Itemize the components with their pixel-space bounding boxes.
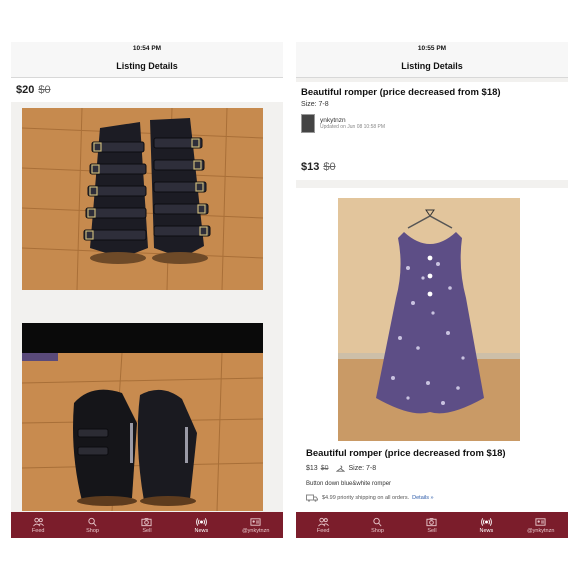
tab-profile[interactable]: @ynkytnzn — [516, 517, 566, 534]
detail-title: Beautiful romper (price decreased from $… — [306, 448, 506, 459]
detail-price-size-row: $13 $0 Size: 7-8 — [306, 465, 560, 472]
profile-card-icon — [250, 517, 261, 526]
seller-username: ynkytnzn — [320, 117, 346, 124]
tab-shop[interactable]: Shop — [353, 517, 403, 534]
page-title: Listing Details — [11, 55, 283, 78]
profile-card-icon — [535, 517, 546, 526]
tab-label: Feed — [31, 527, 45, 534]
shipping-row: $4.99 priority shipping on all orders. D… — [306, 494, 560, 502]
tab-sell[interactable]: Sell — [407, 517, 457, 534]
tab-bar: Feed Shop Sell News @ynkytnzn — [11, 512, 283, 538]
avatar — [301, 114, 315, 133]
detail-size: Size: 7-8 — [348, 465, 377, 472]
right-phone-screen: 10:55 PM Listing Details Beautiful rompe… — [296, 42, 568, 538]
tab-label: Sell — [427, 527, 437, 534]
listing-title: Beautiful romper (price decreased from $… — [301, 87, 501, 98]
detail-original-price: $0 — [320, 465, 329, 472]
tab-label: @ynkytnzn — [242, 527, 270, 534]
hanger-icon — [336, 465, 346, 472]
camera-icon — [141, 517, 153, 526]
listing-size: Size: 7-8 — [301, 101, 329, 108]
search-icon — [373, 517, 382, 526]
tab-bar: Feed Shop Sell News @ynkytnzn — [296, 512, 568, 538]
tab-label: @ynkytnzn — [527, 527, 555, 534]
listing-photo-sandals-back[interactable] — [22, 323, 263, 511]
people-icon — [32, 517, 44, 526]
tab-label: News — [194, 527, 209, 534]
description: Button down blue&white romper — [306, 481, 392, 487]
price: $20 — [16, 84, 35, 96]
listing-header: Beautiful romper (price decreased from $… — [296, 82, 568, 160]
search-icon — [88, 517, 97, 526]
tab-label: Shop — [86, 527, 99, 534]
broadcast-icon — [480, 517, 492, 526]
updated-timestamp: Updated on Jun 08 10:58 PM — [320, 124, 386, 130]
tab-label: Shop — [371, 527, 384, 534]
status-bar-time: 10:54 PM — [11, 42, 283, 55]
shipping-details-link[interactable]: Details » — [412, 495, 433, 501]
people-icon — [317, 517, 329, 526]
tab-shop[interactable]: Shop — [68, 517, 118, 534]
tab-label: Feed — [316, 527, 330, 534]
tab-sell[interactable]: Sell — [122, 517, 172, 534]
left-phone-screen: 10:54 PM Listing Details $20 $0 Feed Sho… — [11, 42, 283, 538]
price-row: $20 $0 — [11, 78, 283, 102]
seller-row[interactable]: ynkytnzn Updated on Jun 08 10:58 PM — [301, 114, 563, 133]
tab-label: News — [479, 527, 494, 534]
shipping-text: $4.99 priority shipping on all orders. — [322, 495, 410, 501]
listing-photo-sandals-top[interactable] — [22, 108, 263, 290]
original-price: $0 — [323, 161, 336, 173]
broadcast-icon — [195, 517, 207, 526]
tab-feed[interactable]: Feed — [298, 517, 348, 534]
price-row: $13 $0 — [296, 154, 568, 180]
tab-news[interactable]: News — [461, 517, 511, 534]
tab-label: Sell — [142, 527, 152, 534]
price: $13 — [301, 161, 320, 173]
status-bar-time: 10:55 PM — [296, 42, 568, 55]
tab-news[interactable]: News — [176, 517, 226, 534]
original-price: $0 — [38, 84, 51, 96]
listing-photo-romper[interactable] — [338, 198, 520, 441]
page-title: Listing Details — [296, 55, 568, 78]
truck-icon — [306, 494, 318, 502]
detail-price: $13 — [306, 465, 318, 472]
listing-detail-card: Beautiful romper (price decreased from $… — [296, 188, 568, 538]
detail-info: Beautiful romper (price decreased from $… — [306, 448, 560, 502]
tab-feed[interactable]: Feed — [13, 517, 63, 534]
tab-profile[interactable]: @ynkytnzn — [231, 517, 281, 534]
camera-icon — [426, 517, 438, 526]
